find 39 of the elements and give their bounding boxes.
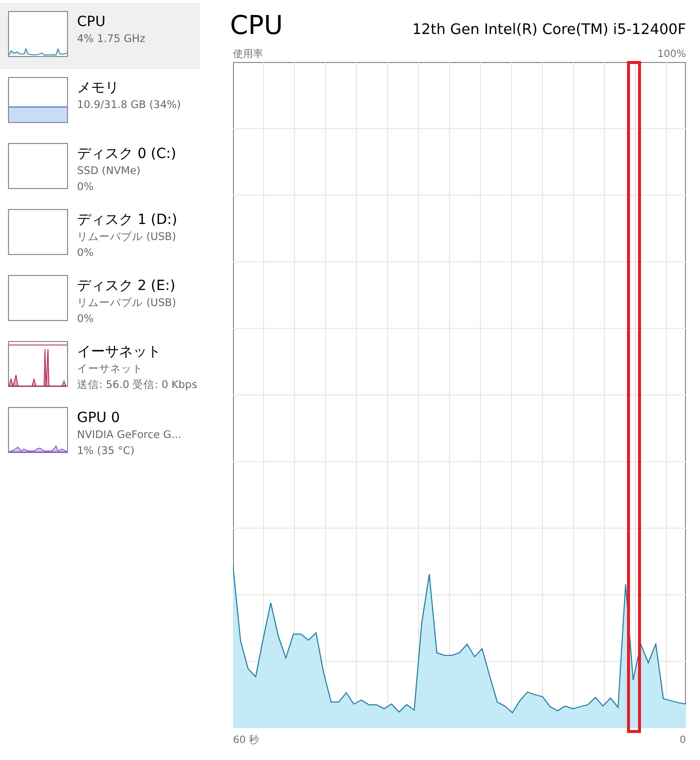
item-title: メモリ	[77, 79, 120, 97]
item-title: ディスク 2 (E:)	[77, 277, 176, 295]
item-title: ディスク 1 (D:)	[77, 211, 178, 229]
item-detail: 0%	[77, 246, 95, 261]
item-detail: 10.9/31.8 GB (34%)	[77, 98, 181, 113]
sidebar-item[interactable]: ディスク 2 (E:) リムーバブル (USB) 0%	[0, 267, 200, 333]
item-title: CPU	[77, 13, 106, 31]
time-label: 60 秒	[233, 734, 259, 748]
item-detail: NVIDIA GeForce G...	[77, 428, 182, 443]
disk-graph-icon	[8, 275, 68, 321]
sidebar-item[interactable]: メモリ 10.9/31.8 GB (34%)	[0, 69, 200, 135]
item-detail: 0%	[77, 312, 95, 327]
item-detail: 4% 1.75 GHz	[77, 32, 146, 47]
item-detail: イーサネット	[77, 362, 144, 377]
sidebar-item[interactable]: イーサネット イーサネット 送信: 56.0 受信: 0 Kbps	[0, 333, 200, 399]
disk-graph-icon	[8, 209, 68, 255]
item-detail: リムーバブル (USB)	[77, 230, 178, 245]
sidebar-item[interactable]: ディスク 1 (D:) リムーバブル (USB) 0%	[0, 201, 200, 267]
memory-graph-icon	[8, 77, 68, 123]
max-label: 100%	[657, 48, 686, 62]
sidebar-item[interactable]: CPU 4% 1.75 GHz	[0, 3, 200, 69]
sidebar-item[interactable]: ディスク 0 (C:) SSD (NVMe) 0%	[0, 135, 200, 201]
network-graph-icon	[8, 341, 68, 387]
item-detail: 送信: 56.0 受信: 0 Kbps	[77, 378, 198, 393]
item-title: イーサネット	[77, 343, 162, 361]
sidebar-item[interactable]: GPU 0 NVIDIA GeForce G... 1% (35 °C)	[0, 399, 200, 465]
item-detail: 1% (35 °C)	[77, 444, 136, 459]
item-detail: SSD (NVMe)	[77, 164, 142, 179]
usage-label: 使用率	[233, 48, 263, 62]
time-label: 0	[680, 734, 686, 748]
processor-name: 12th Gen Intel(R) Core(TM) i5-12400F	[412, 22, 686, 40]
item-detail: 0%	[77, 180, 95, 195]
item-title: GPU 0	[77, 409, 121, 427]
disk-graph-icon	[8, 143, 68, 189]
item-title: ディスク 0 (C:)	[77, 145, 176, 163]
gpu-graph-icon	[8, 407, 68, 453]
item-detail: リムーバブル (USB)	[77, 296, 176, 311]
page-title: CPU	[230, 10, 283, 42]
cpu-graph-icon	[8, 11, 68, 57]
